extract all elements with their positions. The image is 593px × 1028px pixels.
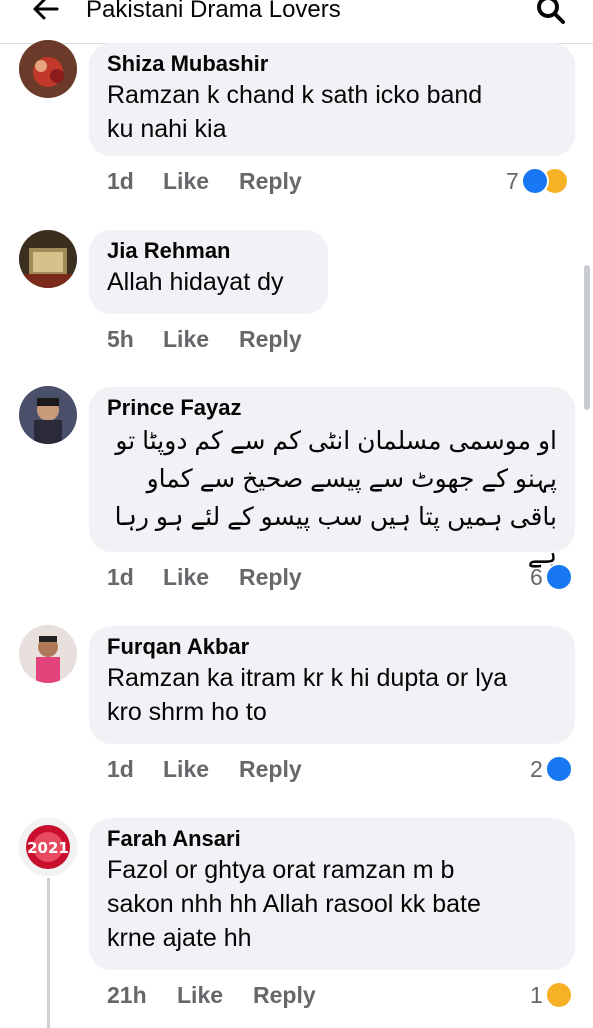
comment-bubble: Jia Rehman Allah hidayat dy bbox=[89, 230, 328, 314]
comment-bubble: Shiza Mubashir Ramzan k chand k sath ick… bbox=[89, 43, 575, 156]
like-reaction-icon bbox=[544, 755, 573, 783]
comment-bubble: Prince Fayaz او موسمی مسلمان انٹی کم سے … bbox=[89, 387, 575, 569]
scrollbar[interactable] bbox=[584, 265, 590, 410]
reply-button[interactable]: Reply bbox=[239, 564, 302, 591]
avatar-badge-text: 2021 bbox=[27, 839, 69, 857]
comment-bubble: Furqan Akbar Ramzan ka itram kr k hi dup… bbox=[89, 626, 575, 744]
comment-actions: 21h Like Reply bbox=[107, 982, 316, 1009]
group-title: Pakistani Drama Lovers bbox=[86, 0, 341, 23]
comment-text: Allah hidayat dy bbox=[107, 268, 284, 296]
reaction-summary[interactable]: 2 bbox=[530, 755, 573, 783]
comment-time[interactable]: 21h bbox=[107, 982, 177, 1009]
comment-author[interactable]: Furqan Akbar bbox=[107, 633, 557, 661]
reply-button[interactable]: Reply bbox=[239, 756, 302, 783]
reaction-summary[interactable]: 1 bbox=[530, 981, 573, 1009]
reply-button[interactable]: Reply bbox=[239, 326, 302, 353]
comment-author[interactable]: Prince Fayaz bbox=[107, 394, 557, 422]
comment-author[interactable]: Jia Rehman bbox=[107, 237, 310, 265]
comment-actions: 1d Like Reply bbox=[107, 564, 302, 591]
avatar[interactable] bbox=[19, 230, 77, 288]
comment-actions: 5h Like Reply bbox=[107, 326, 302, 353]
reply-thread-line bbox=[47, 878, 50, 1028]
comment-actions: 1d Like Reply bbox=[107, 756, 302, 783]
reaction-summary[interactable]: 6 bbox=[530, 563, 573, 591]
reaction-count: 1 bbox=[530, 981, 543, 1008]
avatar[interactable] bbox=[19, 625, 77, 683]
reaction-summary[interactable]: 7 bbox=[506, 167, 569, 195]
comment-text: او موسمی مسلمان انٹی کم سے کم دوپٹا تو پ… bbox=[114, 427, 557, 569]
comment-time[interactable]: 1d bbox=[107, 564, 163, 591]
like-button[interactable]: Like bbox=[163, 564, 239, 591]
like-button[interactable]: Like bbox=[163, 326, 239, 353]
reaction-count: 7 bbox=[506, 167, 519, 194]
reply-button[interactable]: Reply bbox=[239, 168, 302, 195]
comment-actions: 1d Like Reply bbox=[107, 168, 302, 195]
comment-time[interactable]: 1d bbox=[107, 168, 163, 195]
comment-text: Ramzan k chand k sath icko band ku nahi … bbox=[107, 81, 483, 143]
comment-bubble: Farah Ansari Fazol or ghtya orat ramzan … bbox=[89, 818, 575, 970]
avatar[interactable] bbox=[19, 40, 77, 98]
avatar[interactable]: 2021 bbox=[19, 818, 77, 876]
top-bar: Pakistani Drama Lovers bbox=[0, 0, 593, 44]
comment-time[interactable]: 1d bbox=[107, 756, 163, 783]
back-arrow-icon[interactable] bbox=[30, 0, 60, 24]
reaction-count: 6 bbox=[530, 563, 543, 590]
comment-time[interactable]: 5h bbox=[107, 326, 163, 353]
comment-author[interactable]: Shiza Mubashir bbox=[107, 50, 557, 78]
reaction-count: 2 bbox=[530, 755, 543, 782]
like-reaction-icon bbox=[544, 563, 573, 591]
comment-text: Ramzan ka itram kr k hi dupta or lya kro… bbox=[107, 664, 508, 726]
like-button[interactable]: Like bbox=[163, 756, 239, 783]
like-button[interactable]: Like bbox=[177, 982, 253, 1009]
comment-author[interactable]: Farah Ansari bbox=[107, 825, 557, 853]
avatar[interactable] bbox=[19, 386, 77, 444]
search-icon[interactable] bbox=[535, 0, 567, 26]
like-reaction-icon bbox=[520, 167, 549, 195]
reply-button[interactable]: Reply bbox=[253, 982, 316, 1009]
haha-reaction-icon bbox=[544, 981, 573, 1009]
like-button[interactable]: Like bbox=[163, 168, 239, 195]
comment-text: Fazol or ghtya orat ramzan m b sakon nhh… bbox=[107, 856, 481, 952]
